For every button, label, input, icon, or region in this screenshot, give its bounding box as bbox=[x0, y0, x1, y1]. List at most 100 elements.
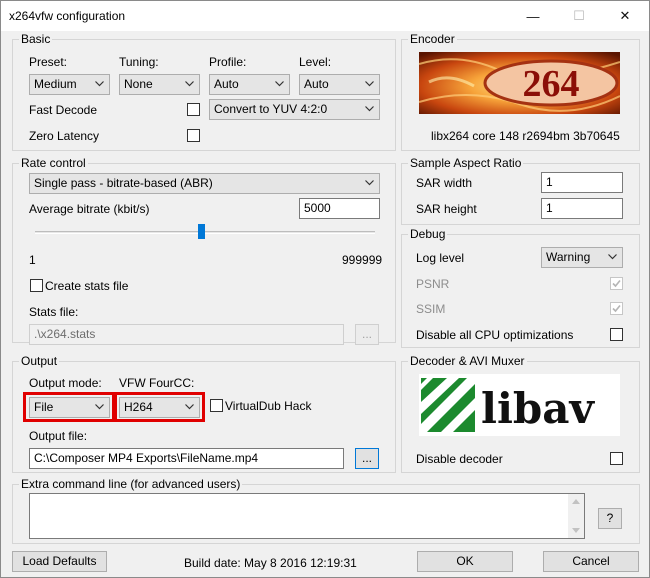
basic-group-label: Basic bbox=[19, 32, 53, 46]
load-defaults-label: Load Defaults bbox=[22, 554, 97, 568]
sar-width-input[interactable]: 1 bbox=[541, 172, 623, 193]
sar-height-label: SAR height bbox=[416, 202, 477, 216]
tuning-select[interactable]: None bbox=[119, 74, 200, 95]
output-group-label: Output bbox=[19, 354, 60, 368]
fourcc-select[interactable]: H264 bbox=[119, 397, 200, 418]
psnr-checkbox bbox=[610, 277, 623, 290]
tuning-value: None bbox=[124, 77, 153, 91]
profile-select[interactable]: Auto bbox=[209, 74, 290, 95]
output-browse-button[interactable]: ... bbox=[355, 448, 379, 469]
close-button[interactable]: ✕ bbox=[602, 1, 648, 31]
preset-value: Medium bbox=[34, 77, 77, 91]
rate-mode-select[interactable]: Single pass - bitrate-based (ABR) bbox=[29, 173, 380, 194]
maximize-button: ☐ bbox=[556, 1, 602, 31]
output-mode-value: File bbox=[34, 400, 54, 414]
slider-thumb[interactable] bbox=[198, 224, 205, 239]
scroll-down-icon[interactable] bbox=[572, 528, 580, 533]
sar-group-label: Sample Aspect Ratio bbox=[408, 156, 524, 170]
x264-logo-text: 264 bbox=[523, 63, 580, 105]
checkmark-icon bbox=[612, 279, 621, 288]
fourcc-label: VFW FourCC: bbox=[119, 376, 195, 390]
log-level-select[interactable]: Warning bbox=[541, 247, 623, 268]
output-file-value: C:\Composer MP4 Exports\FileName.mp4 bbox=[34, 451, 259, 465]
title-bar: x264vfw configuration — ☐ ✕ bbox=[1, 1, 649, 31]
tuning-label: Tuning: bbox=[119, 55, 159, 69]
ssim-checkbox bbox=[610, 302, 623, 315]
level-value: Auto bbox=[304, 77, 329, 91]
ok-button[interactable]: OK bbox=[417, 551, 513, 572]
disable-cpu-checkbox[interactable] bbox=[610, 328, 623, 341]
load-defaults-button[interactable]: Load Defaults bbox=[12, 551, 107, 572]
x264-logo: 264 bbox=[419, 52, 620, 114]
chevron-down-icon bbox=[95, 404, 104, 410]
profile-label: Profile: bbox=[209, 55, 247, 69]
level-label: Level: bbox=[299, 55, 332, 69]
psnr-label: PSNR bbox=[416, 277, 450, 291]
bitrate-slider[interactable] bbox=[35, 224, 375, 242]
sar-height-value: 1 bbox=[546, 201, 553, 215]
create-stats-checkbox[interactable] bbox=[30, 279, 43, 292]
sar-width-label: SAR width bbox=[416, 176, 473, 190]
fast-decode-checkbox[interactable] bbox=[187, 103, 200, 116]
disable-cpu-label: Disable all CPU optimizations bbox=[416, 328, 574, 342]
colorspace-select[interactable]: Convert to YUV 4:2:0 bbox=[209, 99, 380, 120]
maximize-icon: ☐ bbox=[573, 8, 585, 23]
debug-group-label: Debug bbox=[408, 227, 448, 241]
log-level-label: Log level bbox=[416, 251, 465, 265]
minimize-button[interactable]: — bbox=[510, 1, 556, 31]
extra-group-label: Extra command line (for advanced users) bbox=[19, 477, 243, 491]
minimize-icon: — bbox=[526, 8, 540, 24]
preset-select[interactable]: Medium bbox=[29, 74, 110, 95]
cancel-button[interactable]: Cancel bbox=[543, 551, 639, 572]
cancel-label: Cancel bbox=[572, 554, 610, 568]
virtualdub-checkbox[interactable] bbox=[210, 399, 223, 412]
chevron-down-icon bbox=[365, 81, 374, 87]
output-file-input[interactable]: C:\Composer MP4 Exports\FileName.mp4 bbox=[29, 448, 344, 469]
chevron-down-icon bbox=[95, 81, 104, 87]
slider-min-label: 1 bbox=[29, 253, 36, 267]
level-select[interactable]: Auto bbox=[299, 74, 380, 95]
config-window: x264vfw configuration — ☐ ✕ Basic Preset… bbox=[0, 0, 650, 578]
slider-track bbox=[35, 231, 375, 234]
profile-value: Auto bbox=[214, 77, 239, 91]
stats-file-input: .\x264.stats bbox=[29, 324, 344, 345]
preset-label: Preset: bbox=[29, 55, 68, 69]
extra-scrollbar[interactable] bbox=[568, 494, 584, 538]
libav-logo-mark bbox=[421, 378, 475, 432]
bitrate-value: 5000 bbox=[304, 201, 331, 215]
chevron-down-icon bbox=[275, 81, 284, 87]
disable-decoder-checkbox[interactable] bbox=[610, 452, 623, 465]
colorspace-value: Convert to YUV 4:2:0 bbox=[214, 102, 328, 116]
chevron-down-icon bbox=[365, 180, 374, 186]
checkmark-icon bbox=[612, 304, 621, 313]
virtualdub-label: VirtualDub Hack bbox=[225, 399, 312, 413]
create-stats-label: Create stats file bbox=[45, 279, 129, 293]
extra-command-input[interactable] bbox=[29, 493, 585, 539]
scroll-up-icon[interactable] bbox=[572, 499, 580, 504]
build-date: Build date: May 8 2016 12:19:31 bbox=[184, 556, 357, 570]
rate-mode-value: Single pass - bitrate-based (ABR) bbox=[34, 176, 213, 190]
disable-decoder-label: Disable decoder bbox=[416, 452, 503, 466]
output-mode-label: Output mode: bbox=[29, 376, 102, 390]
stats-file-label: Stats file: bbox=[29, 305, 79, 319]
decoder-group-label: Decoder & AVI Muxer bbox=[408, 354, 527, 368]
output-mode-select[interactable]: File bbox=[29, 397, 110, 418]
bitrate-input[interactable]: 5000 bbox=[299, 198, 380, 219]
chevron-down-icon bbox=[185, 81, 194, 87]
ssim-label: SSIM bbox=[416, 302, 446, 316]
window-title: x264vfw configuration bbox=[9, 9, 126, 23]
help-button-label: ? bbox=[606, 511, 614, 525]
help-button[interactable]: ? bbox=[598, 508, 622, 529]
fast-decode-label: Fast Decode bbox=[29, 103, 98, 117]
log-level-value: Warning bbox=[546, 250, 591, 264]
zero-latency-checkbox[interactable] bbox=[187, 129, 200, 142]
zero-latency-label: Zero Latency bbox=[29, 129, 100, 143]
sar-width-value: 1 bbox=[546, 175, 553, 189]
encoder-group-label: Encoder bbox=[408, 32, 457, 46]
ok-label: OK bbox=[456, 554, 474, 568]
stats-browse-button: ... bbox=[355, 324, 379, 345]
output-file-label: Output file: bbox=[29, 429, 88, 443]
encoder-version: libx264 core 148 r2694bm 3b70645 bbox=[431, 129, 620, 143]
sar-height-input[interactable]: 1 bbox=[541, 198, 623, 219]
fourcc-value: H264 bbox=[124, 400, 153, 414]
